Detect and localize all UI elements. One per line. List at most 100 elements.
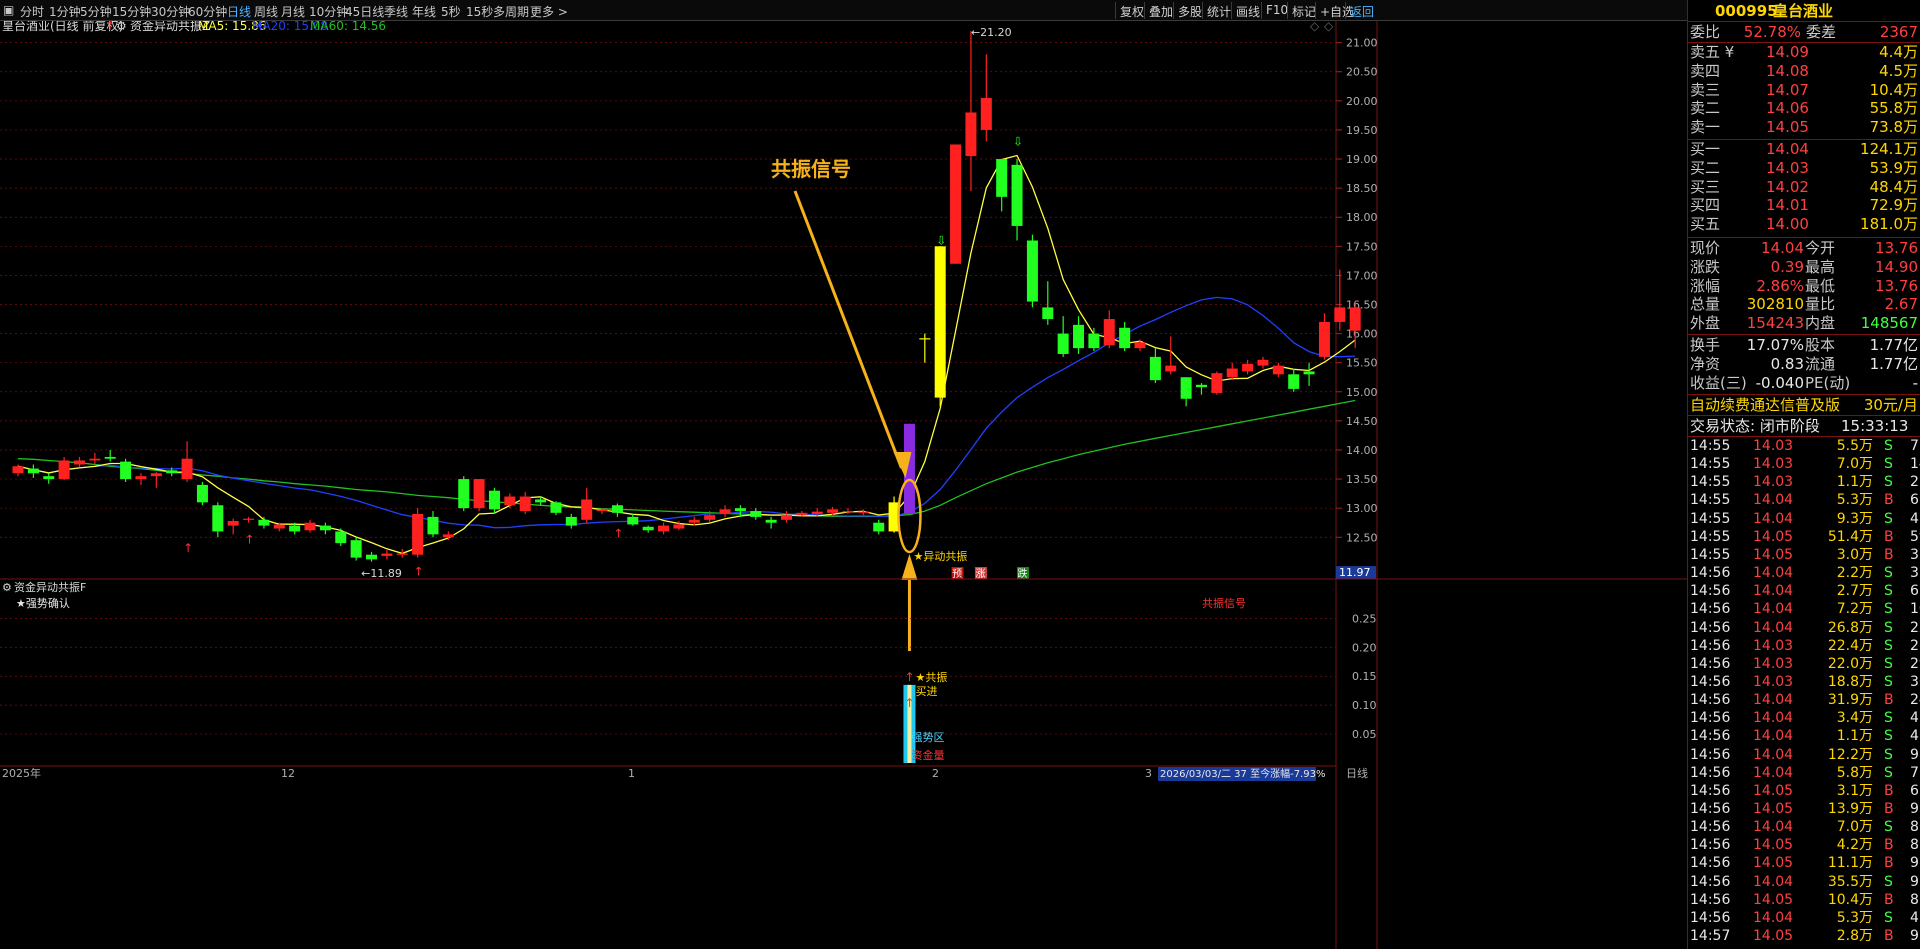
tick-price: 14.04 <box>1753 510 1794 527</box>
promo-row: 自动续费通达信普及版 30元/月 <box>1688 396 1920 415</box>
bid-price: 14.00 <box>1766 215 1809 234</box>
candle-body <box>1334 307 1346 322</box>
toolbar-button-2[interactable]: 多股 <box>1178 3 1202 20</box>
lower-pane-legend: ★强势确认 <box>16 597 70 610</box>
trade-status-row: 交易状态: 闭市阶段 15:33:13 <box>1688 417 1920 436</box>
lower-up-arrow-icon: ↑ <box>904 670 914 684</box>
toolbar-menu-icon[interactable]: ▣ <box>3 3 14 17</box>
lower-y-tick-label: 0.25 <box>1352 612 1377 625</box>
ma60-line <box>17 399 1356 517</box>
toolbar-separator <box>1231 2 1232 19</box>
candle-body <box>1103 319 1115 346</box>
tick-price: 14.04 <box>1753 692 1794 709</box>
tick-volume: 11.1万 <box>1827 855 1873 872</box>
fund-value: 0.83 <box>1770 354 1804 373</box>
toolbar-separator <box>1261 2 1262 19</box>
period-tab-13[interactable]: 5秒 <box>441 3 461 20</box>
ask-row: 卖五 ¥ 14.09 4.4万 <box>1688 43 1920 62</box>
candle-body <box>734 508 746 512</box>
lower-y-tick-label: 0.10 <box>1352 699 1377 712</box>
tick-time: 14:55 <box>1690 510 1731 527</box>
annotation-label: 共振信号 <box>771 157 851 181</box>
tick-row: 14:56 14.04 12.2万 S 9 <box>1688 746 1920 765</box>
period-tab-9[interactable]: 10分钟 <box>309 3 348 20</box>
sell-arrow-icon: ⇩ <box>936 233 946 247</box>
ask-price: 14.08 <box>1766 61 1809 80</box>
tick-side: S <box>1884 819 1893 836</box>
period-tab-12[interactable]: 年线 <box>412 3 436 20</box>
fund-label: 净资 <box>1690 354 1721 373</box>
candle-body <box>335 531 347 544</box>
period-tab-8[interactable]: 月线 <box>281 3 305 20</box>
period-tab-0[interactable]: 分时 <box>20 3 44 20</box>
ask-volume: 4.4万 <box>1879 43 1918 61</box>
bid-row: 买三 14.02 48.4万 <box>1688 178 1920 197</box>
period-tab-15[interactable]: 多周期 <box>493 3 529 20</box>
candle-body <box>366 554 378 560</box>
period-tab-10[interactable]: 45日线 <box>345 3 384 20</box>
badge-label: 预 <box>952 568 962 580</box>
y-tick-label: 14.00 <box>1346 444 1378 457</box>
promo-text[interactable]: 自动续费通达信普及版 <box>1690 396 1840 415</box>
period-tab-11[interactable]: 季线 <box>384 3 408 20</box>
tick-side: B <box>1884 546 1894 563</box>
tick-volume: 1.1万 <box>1836 728 1873 745</box>
tick-row: 14:56 14.04 3.4万 S 4 <box>1688 709 1920 728</box>
toolbar-button-0[interactable]: 复权 <box>1120 3 1144 20</box>
red-arrow-icon: ↑ <box>105 21 115 33</box>
stat-value: 2.67 <box>1884 295 1918 314</box>
period-tab-3[interactable]: 15分钟 <box>112 3 151 20</box>
divider <box>1688 334 1920 335</box>
low-price-label: ←11.89 <box>361 567 402 580</box>
candle-body <box>150 473 162 477</box>
kline-chart[interactable]: 皇台酒业(日线 前复权)↑ ⚙ 资金异动共振ZMA5: 15.86MA20: 15.… <box>0 21 1687 949</box>
toolbar-button-7[interactable]: +自选 <box>1320 3 1354 20</box>
signal-candle-label: ★异动共振 <box>913 549 967 563</box>
period-tab-1[interactable]: 1分钟 <box>49 3 81 20</box>
toolbar-separator <box>1115 2 1116 19</box>
candle-body <box>43 476 55 480</box>
toolbar-button-5[interactable]: F10 <box>1266 3 1288 17</box>
diff-value: 2367 <box>1879 23 1918 41</box>
period-tab-5[interactable]: 60分钟 <box>188 3 227 20</box>
period-tab-14[interactable]: 15秒 <box>466 3 493 20</box>
candle-body <box>1257 359 1269 366</box>
candle-body <box>519 496 531 512</box>
toolbar-button-3[interactable]: 统计 <box>1207 3 1231 20</box>
tick-price: 14.05 <box>1753 928 1794 945</box>
tick-price: 14.04 <box>1753 819 1794 836</box>
ask-price: 14.06 <box>1766 99 1809 118</box>
period-tab-7[interactable]: 周线 <box>254 3 278 20</box>
tick-price: 14.03 <box>1753 673 1794 690</box>
x-axis-label: 3 <box>1145 767 1152 780</box>
tick-price: 14.04 <box>1753 746 1794 763</box>
promo-price[interactable]: 30元/月 <box>1864 396 1918 415</box>
x-axis-label: 12 <box>281 767 295 780</box>
tick-volume: 9.3万 <box>1836 510 1873 527</box>
period-tab-4[interactable]: 30分钟 <box>151 3 190 20</box>
tick-side: B <box>1884 891 1894 908</box>
candle-body <box>1195 384 1207 388</box>
period-toolbar: ▣ 分时 1分钟 5分钟 15分钟 30分钟 60分钟 日线 周线 月线 10分钟 45日线 季线 年线 5… <box>0 0 1687 21</box>
ask-volume: 10.4万 <box>1869 80 1918 99</box>
toolbar-button-8[interactable]: 返回 <box>1350 3 1374 20</box>
toolbar-button-4[interactable]: 画线 <box>1236 3 1260 20</box>
candle-body <box>719 509 731 514</box>
candle-body <box>304 522 316 531</box>
y-tick-label: 13.50 <box>1346 473 1378 486</box>
stat-value: 148567 <box>1860 314 1918 333</box>
tick-price: 14.04 <box>1753 601 1794 618</box>
lower-y-tick-label: 0.15 <box>1352 670 1377 683</box>
toolbar-button-1[interactable]: 叠加 <box>1149 3 1173 20</box>
toolbar-button-6[interactable]: 标记 <box>1292 3 1316 20</box>
period-tab-2[interactable]: 5分钟 <box>80 3 112 20</box>
period-tab-16[interactable]: 更多 > <box>530 3 568 20</box>
tick-price: 14.05 <box>1753 855 1794 872</box>
ask-row: 卖一 14.05 73.8万 <box>1688 118 1920 137</box>
period-tab-6[interactable]: 日线 <box>227 3 251 20</box>
tick-count: 24 <box>1910 692 1920 709</box>
candle-body <box>27 468 39 474</box>
lower-y-tick-label: 0.20 <box>1352 641 1377 654</box>
lower-pane-title: 资金异动共振F <box>14 580 86 594</box>
stat-value: 13.76 <box>1875 276 1918 295</box>
